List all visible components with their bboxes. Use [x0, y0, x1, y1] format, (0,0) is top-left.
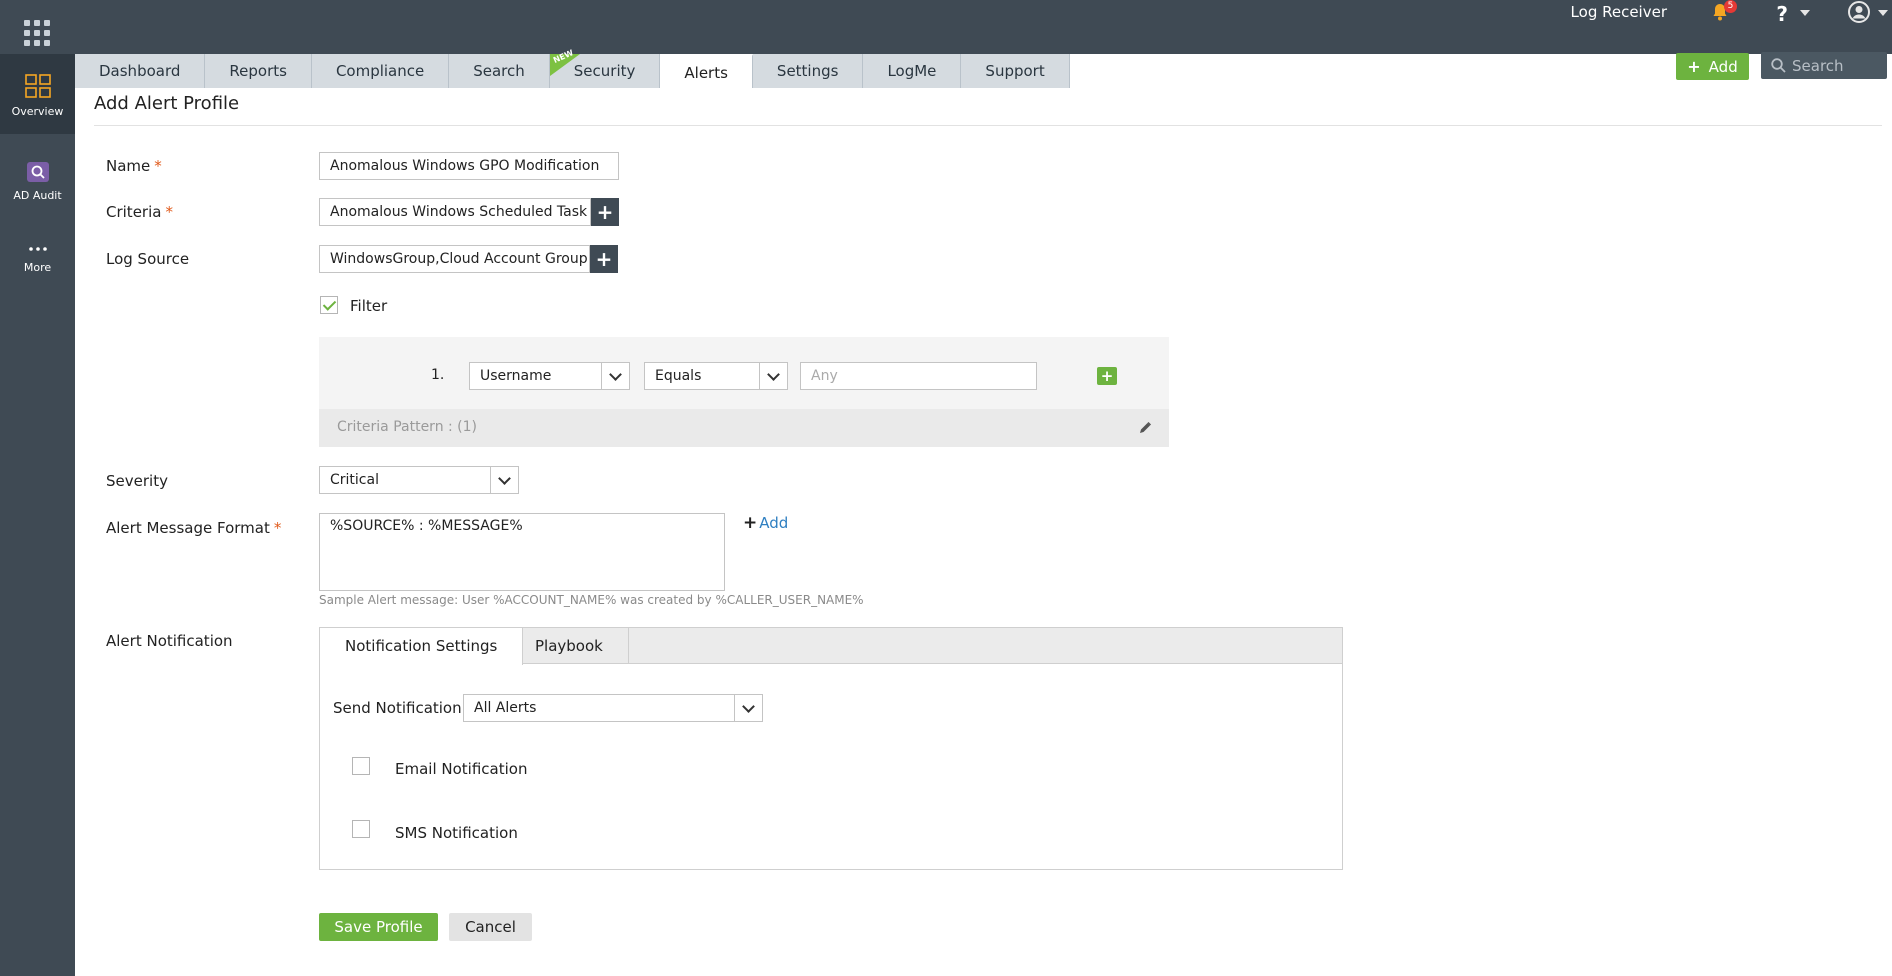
filter-label: Filter [350, 297, 388, 315]
criteria-pattern-text: Criteria Pattern : (1) [337, 419, 478, 435]
more-dots-icon [28, 247, 47, 251]
ad-audit-icon [26, 162, 49, 182]
sample-alert-message: Sample Alert message: User %ACCOUNT_NAME… [319, 593, 864, 607]
edit-pencil-icon[interactable] [1138, 421, 1152, 435]
tab-logme[interactable]: LogMe [863, 54, 962, 88]
add-log-source-button[interactable]: + [590, 245, 618, 273]
email-notification-checkbox[interactable] [352, 757, 370, 775]
severity-label: Severity [106, 472, 168, 490]
filter-field-select[interactable]: Username [469, 362, 630, 390]
chevron-down-icon [601, 363, 629, 389]
message-format-label: Alert Message Format * [106, 519, 282, 537]
required-mark: * [154, 157, 162, 175]
sidebar: Overview AD Audit More [0, 54, 75, 976]
log-source-input[interactable]: WindowsGroup,Cloud Account Group [319, 245, 590, 273]
notification-count-badge: 5 [1724, 0, 1737, 13]
name-input[interactable]: Anomalous Windows GPO Modification [319, 152, 619, 180]
message-format-textarea[interactable]: %SOURCE% : %MESSAGE% [319, 513, 725, 591]
search-icon [1771, 58, 1786, 73]
log-source-label: Log Source [106, 250, 190, 268]
app-grid-icon[interactable] [24, 20, 50, 46]
send-notification-label: Send Notification [333, 699, 462, 717]
page-title: Add Alert Profile [94, 93, 240, 114]
filter-value-input[interactable]: Any [800, 362, 1037, 390]
log-receiver-link[interactable]: Log Receiver [1571, 3, 1667, 21]
add-message-field-link[interactable]: + Add [743, 513, 788, 533]
filter-row-index: 1. [431, 367, 445, 383]
required-mark: * [273, 519, 282, 537]
title-divider [94, 125, 1882, 126]
add-filter-row-button[interactable]: + [1097, 367, 1117, 385]
top-bar: Log Receiver 5 ? [0, 0, 1892, 54]
help-caret-icon[interactable] [1800, 10, 1810, 16]
tab-notification-settings[interactable]: Notification Settings [320, 628, 524, 665]
chevron-down-icon [490, 467, 518, 493]
add-criteria-button[interactable]: + [591, 198, 619, 226]
severity-select[interactable]: Critical [319, 466, 519, 494]
notification-tabs: Notification Settings Playbook [320, 628, 1342, 665]
tab-alerts[interactable]: Alerts [660, 54, 753, 88]
criteria-input[interactable]: Anomalous Windows Scheduled Task [319, 198, 591, 226]
tab-security[interactable]: NEW Security [549, 48, 661, 88]
overview-grid-icon [24, 74, 51, 98]
criteria-label: Criteria * [106, 203, 173, 221]
chevron-down-icon [734, 695, 762, 721]
sidebar-item-ad-audit[interactable]: AD Audit [0, 162, 75, 218]
tab-playbook[interactable]: Playbook [510, 628, 629, 664]
tab-dashboard[interactable]: Dashboard [75, 54, 206, 88]
search-input[interactable] [1792, 56, 1882, 75]
name-label: Name * [106, 157, 162, 175]
email-notification-label: Email Notification [395, 760, 528, 778]
main-nav-tabs: Dashboard Reports Compliance Search NEW … [75, 48, 1070, 88]
send-notification-select[interactable]: All Alerts [463, 694, 763, 722]
sms-notification-label: SMS Notification [395, 824, 518, 842]
sidebar-item-more[interactable]: More [0, 244, 75, 300]
tab-search[interactable]: Search [449, 54, 550, 88]
help-icon[interactable]: ? [1776, 2, 1788, 26]
filter-operator-select[interactable]: Equals [644, 362, 788, 390]
user-caret-icon[interactable] [1878, 10, 1888, 16]
tab-settings[interactable]: Settings [752, 54, 864, 88]
user-avatar-icon[interactable] [1848, 1, 1870, 23]
required-mark: * [165, 203, 173, 221]
sidebar-item-overview[interactable]: Overview [0, 54, 75, 134]
sms-notification-checkbox[interactable] [352, 820, 370, 838]
plus-icon: + [743, 513, 758, 533]
alert-notification-label: Alert Notification [106, 632, 233, 650]
cancel-button[interactable]: Cancel [449, 913, 532, 941]
tab-reports[interactable]: Reports [205, 54, 312, 88]
filter-checkbox[interactable] [320, 296, 338, 314]
save-profile-button[interactable]: Save Profile [319, 913, 438, 941]
tab-compliance[interactable]: Compliance [311, 54, 450, 88]
add-button[interactable]: + Add [1676, 53, 1749, 80]
tab-support[interactable]: Support [961, 54, 1070, 88]
chevron-down-icon [759, 363, 787, 389]
notification-panel: Notification Settings Playbook Send Noti… [319, 627, 1343, 870]
plus-icon: + [1687, 57, 1701, 76]
search-box [1761, 52, 1887, 79]
